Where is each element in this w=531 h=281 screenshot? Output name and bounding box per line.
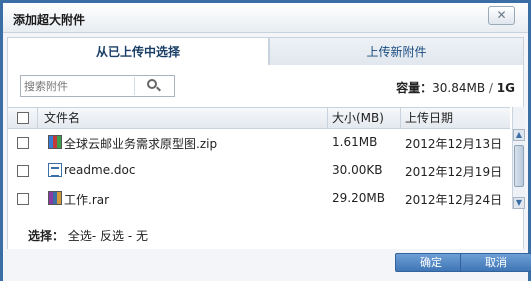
cancel-button[interactable]: 取消 <box>460 253 531 272</box>
selection-label: 选择： <box>28 229 65 243</box>
invert-selection-link[interactable]: 反选 <box>100 229 124 243</box>
ok-button[interactable]: 确定 <box>395 253 467 272</box>
selection-dash: - <box>127 229 133 243</box>
capacity-separator: / <box>488 81 493 95</box>
select-none-link[interactable]: 无 <box>136 229 148 243</box>
upload-date: 2012年12月24日 <box>405 193 503 207</box>
capacity-used: 30.84MB <box>432 81 486 95</box>
search-box <box>20 75 175 97</box>
file-size: 29.20MB <box>332 191 385 205</box>
file-name: readme.doc <box>64 163 136 177</box>
column-header-date[interactable]: 上传日期 <box>401 108 510 128</box>
table-row[interactable]: 工作.rar 29.20MB 2012年12月24日 <box>8 185 510 209</box>
upload-attachment-dialog: 添加超大附件 ✕ 从已上传中选择 上传新附件 容量：30.84MB / 1G <box>0 0 531 281</box>
table-row[interactable]: 全球云邮业务需求原型图.zip 1.61MB 2012年12月13日 <box>8 129 510 157</box>
file-name: 全球云邮业务需求原型图.zip <box>64 137 218 151</box>
row-checkbox[interactable] <box>17 193 29 205</box>
upload-date: 2012年12月13日 <box>405 137 503 151</box>
table-body: 全球云邮业务需求原型图.zip 1.61MB 2012年12月13日 readm… <box>8 129 510 209</box>
storage-capacity: 容量：30.84MB / 1G <box>396 79 515 96</box>
capacity-total: 1G <box>496 81 515 95</box>
tab-select-uploaded[interactable]: 从已上传中选择 <box>7 37 269 66</box>
selection-dash: - <box>91 229 97 243</box>
tab-upload-new[interactable]: 上传新附件 <box>269 37 524 66</box>
dialog-footer: 确定 取消 <box>3 249 531 281</box>
selection-bar: 选择： 全选- 反选 - 无 <box>28 227 148 244</box>
file-size: 30.00KB <box>332 163 383 177</box>
table-row[interactable]: readme.doc 30.00KB 2012年12月19日 <box>8 157 510 185</box>
column-header-filename[interactable]: 文件名 <box>38 108 328 128</box>
close-icon: ✕ <box>496 8 507 22</box>
file-name: 工作.rar <box>64 193 110 207</box>
rar-icon <box>48 191 62 205</box>
search-button[interactable] <box>134 77 172 95</box>
column-header-size[interactable]: 大小(MB) <box>328 108 401 128</box>
scroll-up-arrow-icon[interactable]: ▲ <box>513 129 525 141</box>
search-input[interactable] <box>21 76 133 96</box>
scroll-thumb[interactable] <box>514 145 524 187</box>
select-all-checkbox[interactable] <box>17 112 29 124</box>
row-checkbox[interactable] <box>17 165 29 177</box>
header-select-all-cell <box>8 108 38 128</box>
scroll-down-arrow-icon[interactable]: ▼ <box>513 197 525 209</box>
capacity-label: 容量： <box>396 81 433 95</box>
table-header: 文件名 大小(MB) 上传日期 <box>8 107 510 129</box>
tab-bar: 从已上传中选择 上传新附件 <box>7 37 524 66</box>
file-size: 1.61MB <box>332 135 378 149</box>
dialog-titlebar: 添加超大附件 ✕ <box>3 3 528 33</box>
table-scrollbar[interactable]: ▲ ▼ <box>512 107 525 209</box>
zip-icon <box>48 135 62 149</box>
upload-date: 2012年12月19日 <box>405 165 503 179</box>
row-checkbox[interactable] <box>17 137 29 149</box>
dialog-title: 添加超大附件 <box>13 13 86 27</box>
close-button[interactable]: ✕ <box>488 6 515 25</box>
doc-icon <box>48 163 62 177</box>
attachment-table: 文件名 大小(MB) 上传日期 全球云邮业务需求原型图.zip 1.61MB 2… <box>8 107 525 209</box>
attachment-panel: 容量：30.84MB / 1G 文件名 大小(MB) 上传日期 全球云邮业务需求… <box>7 65 525 249</box>
select-all-link[interactable]: 全选 <box>68 229 92 243</box>
